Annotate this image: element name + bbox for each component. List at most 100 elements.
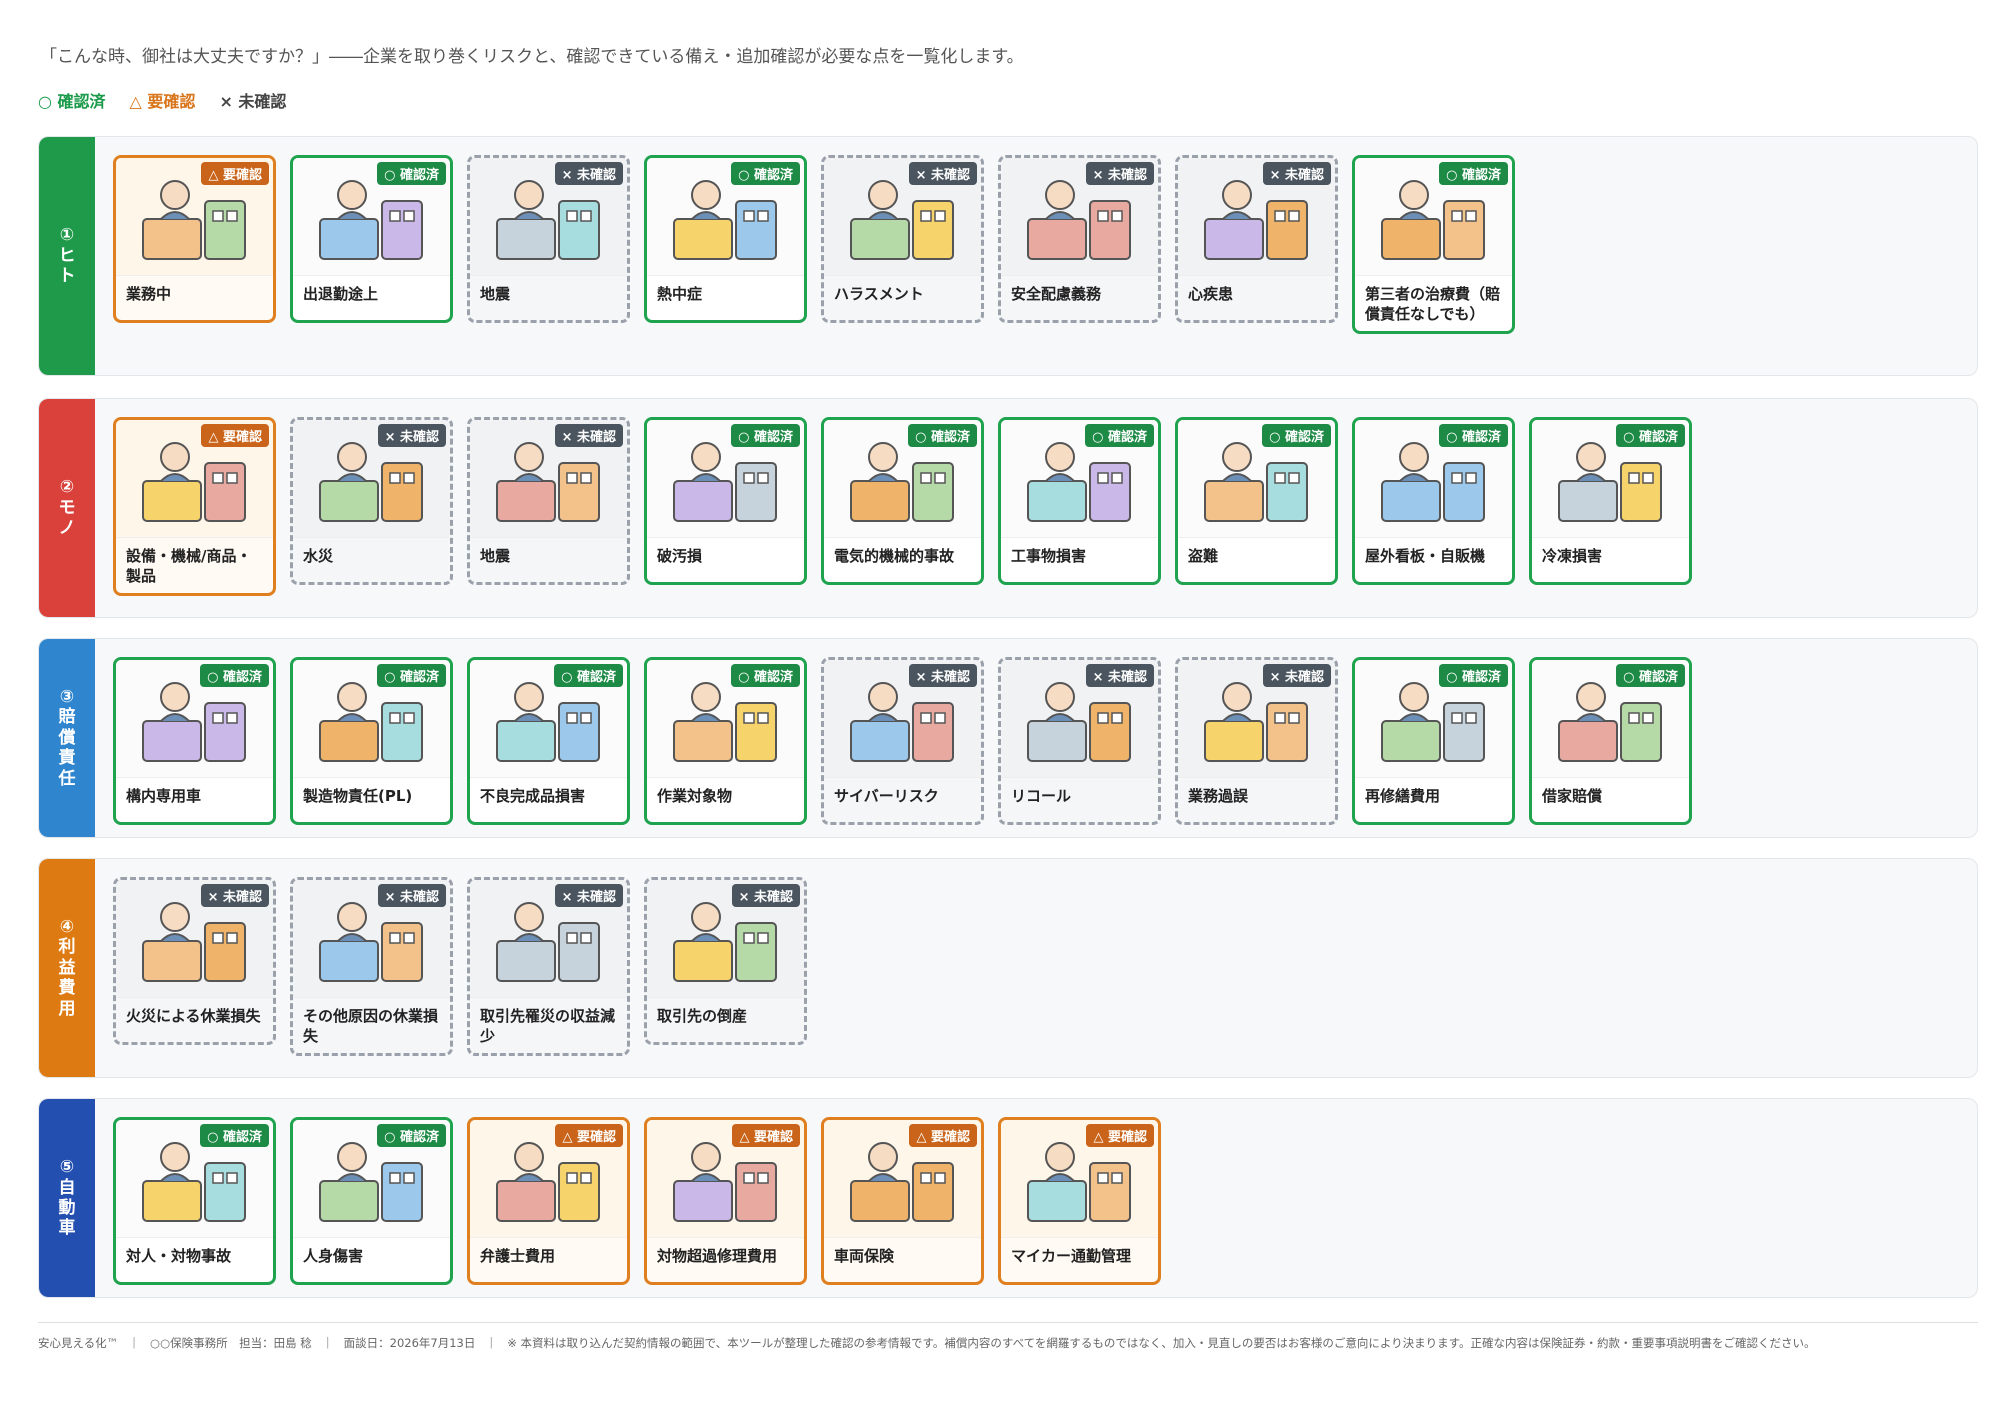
risk-card[interactable]: × 未確認サイバーリスク: [821, 657, 984, 825]
risk-card[interactable]: ○ 確認済 屋外看板・自販機: [1352, 417, 1515, 585]
risk-card[interactable]: △ 要確認対物超過修理費用: [644, 1117, 807, 1285]
status-badge: ○ 確認済: [1616, 424, 1685, 447]
status-badge: ○ 確認済: [1616, 664, 1685, 687]
risk-card[interactable]: ○ 確認済 電気的機械的事故: [821, 417, 984, 585]
category-section: ④利益費用 × 未確認 火災による休業損失 × 未確認 その他原因の休業損失 × 未確認取…: [38, 858, 1978, 1078]
risk-card[interactable]: △ 要確認 マイカー通勤管理: [998, 1117, 1161, 1285]
risk-card[interactable]: × 未確認ハラスメント: [821, 155, 984, 323]
category-label: ②モノ: [39, 399, 95, 617]
footer-date: 面談日：2026年7月13日: [343, 1336, 476, 1350]
risk-card-label: リコール: [1011, 787, 1072, 805]
status-badge: × 未確認: [908, 664, 977, 687]
category-section: ②モノ △ 要確認 設備・機械/商品・製品 × 未確認 水災 × 未確認 地震 ○ 確認済 破汚…: [38, 398, 1978, 618]
risk-card[interactable]: × 未確認水災: [290, 417, 453, 585]
risk-card[interactable]: × 未確認 業務過誤: [1175, 657, 1338, 825]
status-badge: ○ 確認済: [1439, 424, 1508, 447]
status-badge: × 未確認: [554, 162, 623, 185]
status-badge: × 未確認: [908, 162, 977, 185]
status-badge: ○ 確認済: [377, 1124, 446, 1147]
risk-card[interactable]: ○ 確認済 第三者の治療費（賠償責任なしでも）: [1352, 155, 1515, 334]
status-badge: ○ 確認済: [200, 1124, 269, 1147]
category-section: ①ヒト △ 要確認 業務中 ○ 確認済 出退勤途上 × 未確認 地震 ○ 確認済 熱中症 × 未確…: [38, 136, 1978, 376]
risk-card-label: ハラスメント: [834, 285, 924, 303]
risk-card-label: サイバーリスク: [834, 787, 939, 805]
legend-needs-check: △ 要確認: [129, 92, 196, 111]
footer: 安心見える化™ | ○○保険事務所 担当：田島 稔 | 面談日：2026年7月1…: [38, 1322, 1978, 1351]
category-label: ⑤自動車: [39, 1099, 95, 1297]
status-badge: × 未確認: [1262, 664, 1331, 687]
status-badge: × 未確認: [377, 424, 446, 447]
footer-note: ※ 本資料は取り込んだ契約情報の範囲で、本ツールが整理した確認の参考情報です。補…: [507, 1336, 1816, 1350]
risk-card-label: 安全配慮義務: [1011, 285, 1102, 303]
risk-card-label: 火災による休業損失: [126, 1007, 261, 1025]
risk-card[interactable]: ○ 確認済 破汚損: [644, 417, 807, 585]
risk-card-label: 取引先罹災の収益減少: [480, 1007, 616, 1046]
risk-card[interactable]: × 未確認 その他原因の休業損失: [290, 877, 453, 1056]
risk-card[interactable]: △ 要確認 弁護士費用: [467, 1117, 630, 1285]
status-badge: × 未確認: [1085, 664, 1154, 687]
risk-card[interactable]: ○ 確認済出退勤途上: [290, 155, 453, 323]
category-label: ③賠償責任: [39, 639, 95, 837]
status-badge: × 未確認: [377, 884, 446, 907]
risk-card[interactable]: △ 要確認 設備・機械/商品・製品: [113, 417, 276, 596]
category-cards: × 未確認 火災による休業損失 × 未確認 その他原因の休業損失 × 未確認 取引先罹災の…: [95, 859, 821, 1077]
status-badge: △ 要確認: [201, 162, 269, 185]
status-badge: ○ 確認済: [377, 162, 446, 185]
risk-card[interactable]: ○ 確認済 作業対象物: [644, 657, 807, 825]
status-badge: ○ 確認済: [377, 664, 446, 687]
risk-card-label: 業務中: [126, 285, 172, 303]
risk-card-label: 破汚損: [657, 547, 703, 565]
status-badge: × 未確認: [1085, 162, 1154, 185]
risk-card[interactable]: × 未確認安全配慮義務: [998, 155, 1161, 323]
risk-card-label: 熱中症: [657, 285, 703, 303]
category-section: ③賠償責任 ○ 確認済 構内専用車 ○ 確認済 製造物責任(PL) ○ 確認済 不良完成品損…: [38, 638, 1978, 838]
risk-card[interactable]: × 未確認火災による休業損失: [113, 877, 276, 1045]
category-cards: ○ 確認済 対人・対物事故 ○ 確認済 人身傷害 △ 要確認 弁護士費用 △ 要確認 対物超過…: [95, 1099, 1175, 1297]
footer-brand: 安心見える化™: [38, 1336, 119, 1350]
risk-card-label: 出退勤途上: [303, 285, 379, 303]
risk-card[interactable]: ○ 確認済対人・対物事故: [113, 1117, 276, 1285]
risk-card-label: 盗難: [1188, 547, 1219, 565]
risk-card-label: 対人・対物事故: [126, 1247, 232, 1265]
risk-card-label: 借家賠償: [1542, 787, 1603, 805]
status-badge: ○ 確認済: [1085, 424, 1154, 447]
risk-card[interactable]: △ 要確認業務中: [113, 155, 276, 323]
risk-card-label: 対物超過修理費用: [657, 1247, 778, 1265]
risk-card[interactable]: ○ 確認済 不良完成品損害: [467, 657, 630, 825]
category-label: ①ヒト: [39, 137, 95, 375]
category-section: ⑤自動車 ○ 確認済 対人・対物事故 ○ 確認済 人身傷害 △ 要確認 弁護士費用 △ 要確認…: [38, 1098, 1978, 1298]
risk-card[interactable]: ○ 確認済 冷凍損害: [1529, 417, 1692, 585]
legend-confirmed: ○ 確認済: [38, 92, 106, 111]
risk-card[interactable]: × 未確認 取引先罹災の収益減少: [467, 877, 630, 1056]
status-badge: ○ 確認済: [731, 664, 800, 687]
status-badge: × 未確認: [1262, 162, 1331, 185]
risk-card[interactable]: × 未確認 心疾患: [1175, 155, 1338, 323]
risk-card[interactable]: ○ 確認済 熱中症: [644, 155, 807, 323]
category-label: ④利益費用: [39, 859, 95, 1077]
risk-card[interactable]: × 未確認 地震: [467, 417, 630, 585]
risk-card[interactable]: ○ 確認済 製造物責任(PL): [290, 657, 453, 825]
status-badge: △ 要確認: [201, 424, 269, 447]
status-badge: △ 要確認: [732, 1124, 800, 1147]
risk-card[interactable]: △ 要確認 車両保険: [821, 1117, 984, 1285]
risk-card[interactable]: × 未確認 取引先の倒産: [644, 877, 807, 1045]
risk-card[interactable]: ○ 確認済 構内専用車: [113, 657, 276, 825]
risk-card-label: 水災: [303, 547, 334, 565]
status-badge: ○ 確認済: [1262, 424, 1331, 447]
risk-card-label: 地震: [480, 285, 511, 303]
risk-card[interactable]: × 未確認地震: [467, 155, 630, 323]
risk-card[interactable]: ○ 確認済盗難: [1175, 417, 1338, 585]
status-badge: △ 要確認: [555, 1124, 623, 1147]
category-cards: △ 要確認 設備・機械/商品・製品 × 未確認 水災 × 未確認 地震 ○ 確認済 破汚損 ○ …: [95, 399, 1706, 617]
status-badge: △ 要確認: [909, 1124, 977, 1147]
risk-card[interactable]: ○ 確認済 工事物損害: [998, 417, 1161, 585]
status-badge: ○ 確認済: [1439, 664, 1508, 687]
risk-card[interactable]: ○ 確認済借家賠償: [1529, 657, 1692, 825]
status-badge: ○ 確認済: [908, 424, 977, 447]
status-badge: × 未確認: [200, 884, 269, 907]
footer-office: ○○保険事務所 担当：田島 稔: [150, 1336, 312, 1350]
risk-card[interactable]: ○ 確認済 人身傷害: [290, 1117, 453, 1285]
risk-card[interactable]: ○ 確認済 再修繕費用: [1352, 657, 1515, 825]
risk-card[interactable]: × 未確認リコール: [998, 657, 1161, 825]
legend-unconfirmed: × 未確認: [219, 92, 287, 111]
